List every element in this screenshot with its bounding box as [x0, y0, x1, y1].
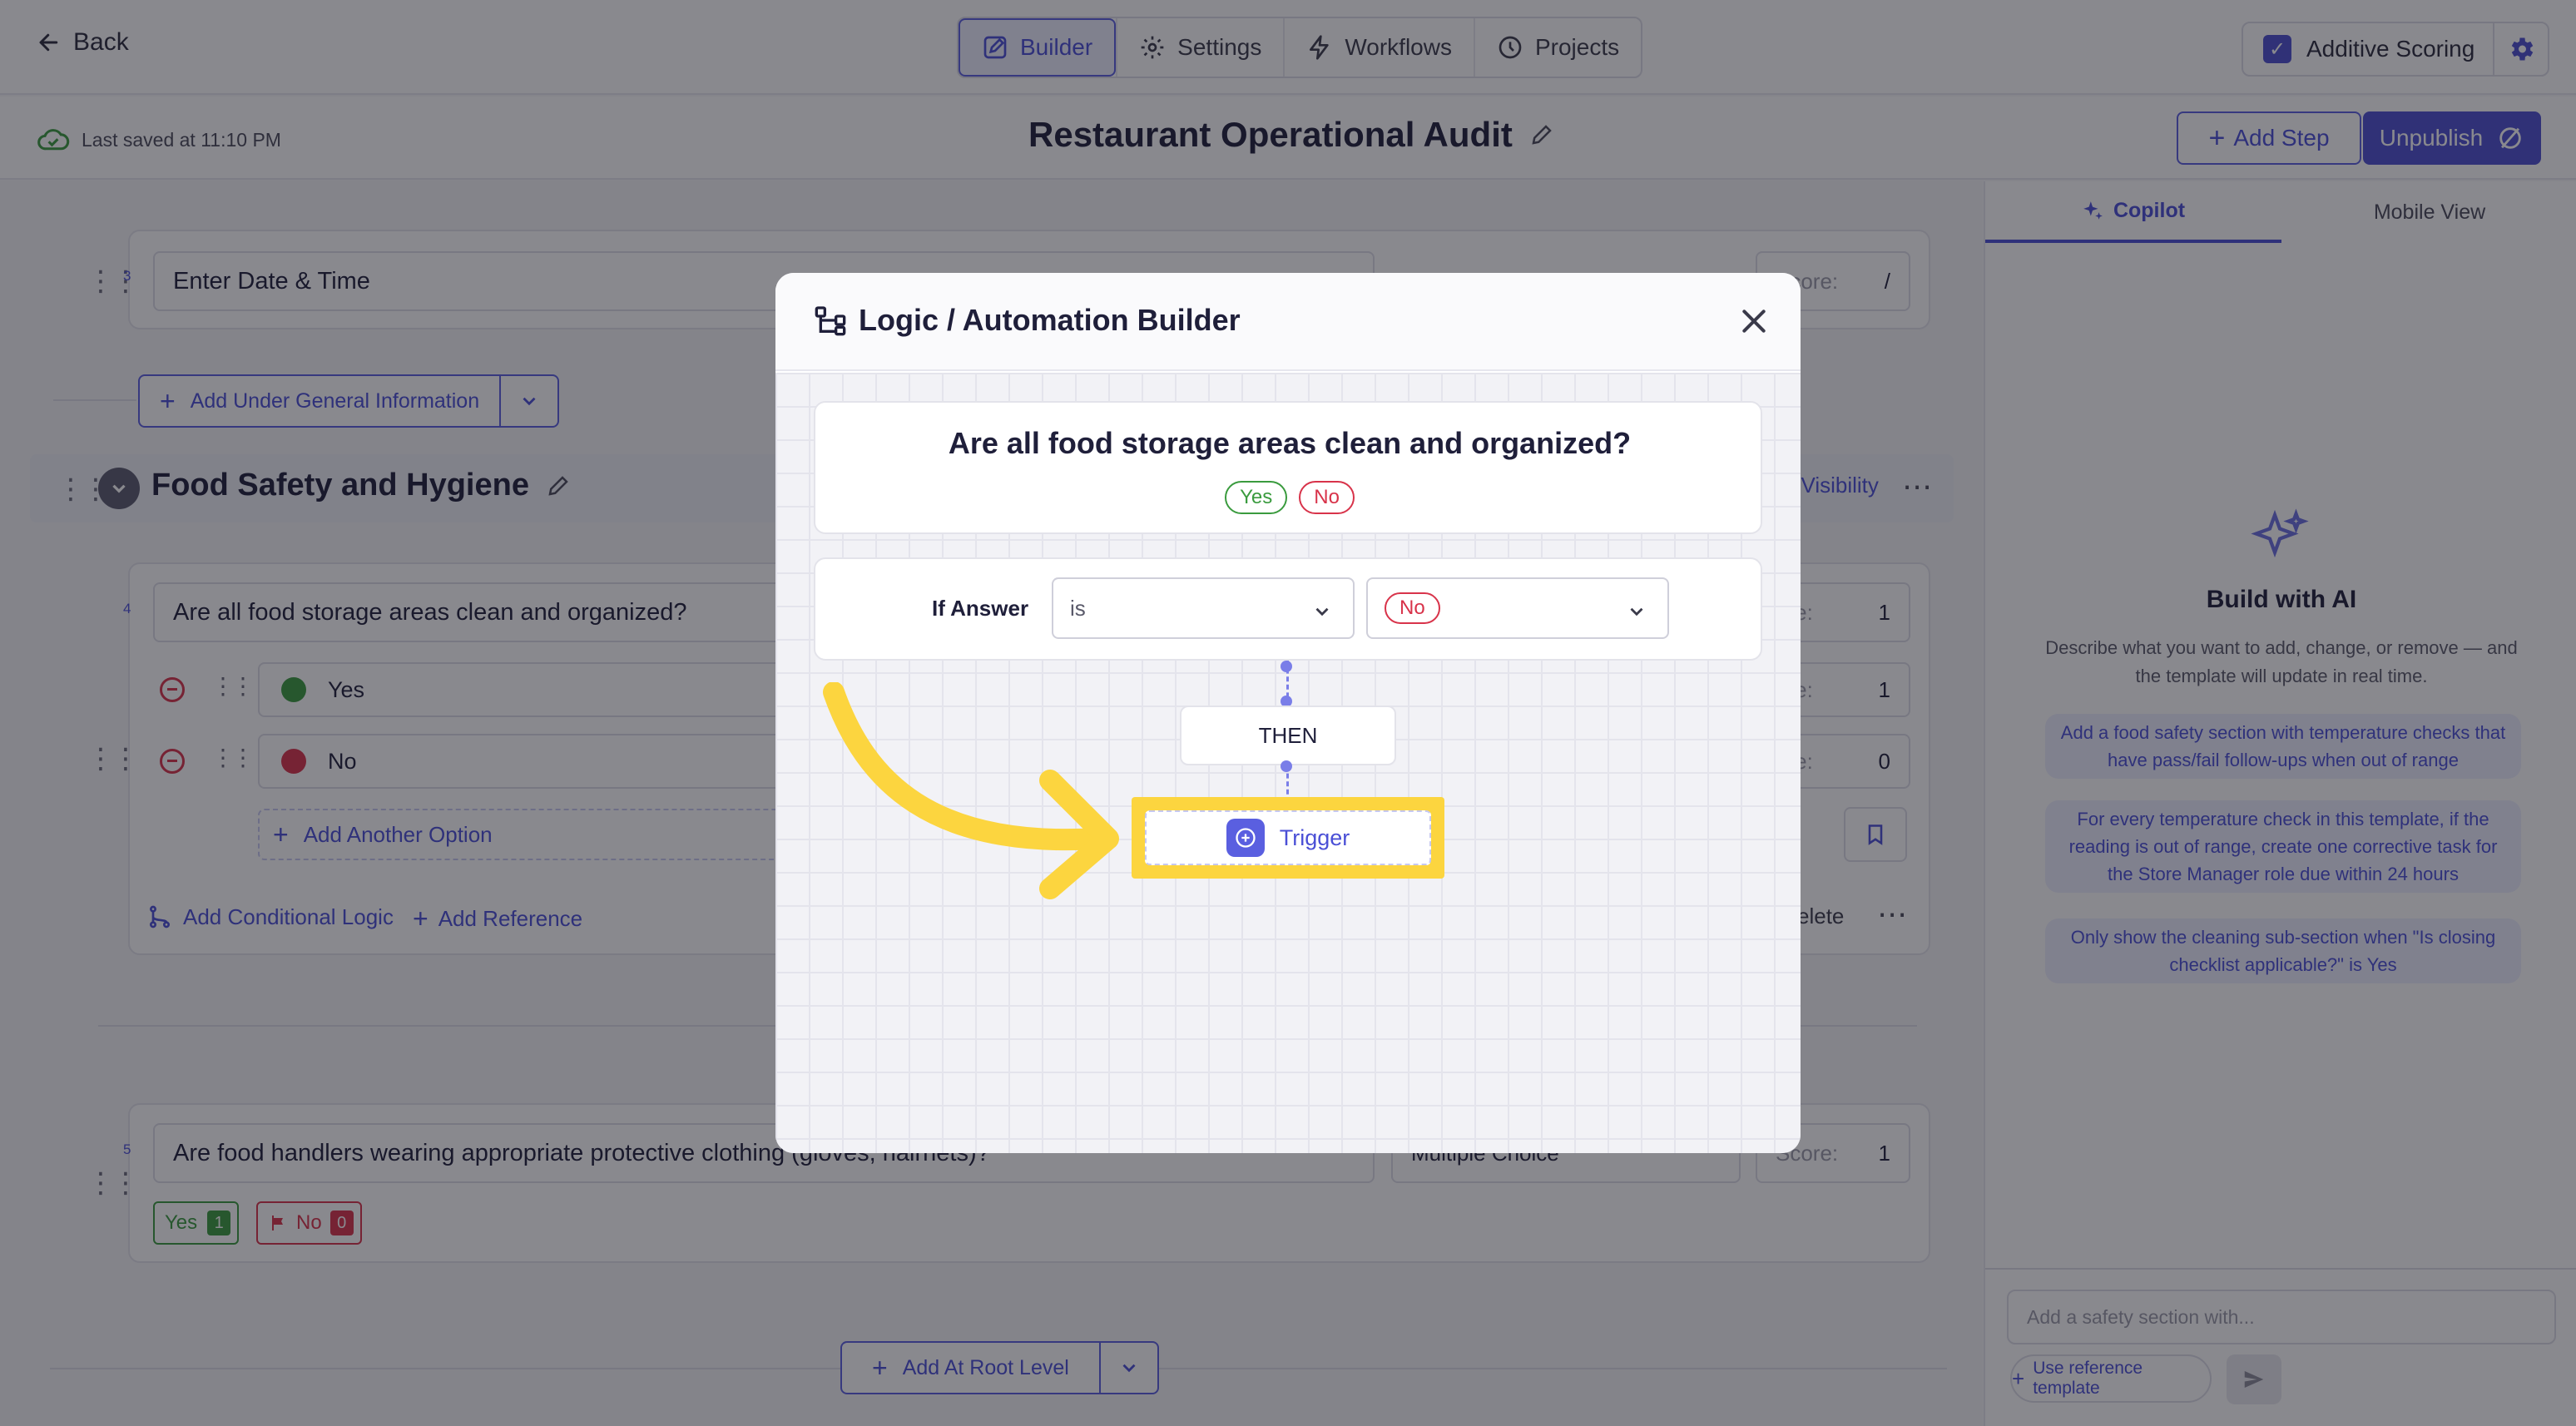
plus-circle-icon: [1226, 819, 1265, 857]
modal-header: Logic / Automation Builder: [775, 273, 1801, 371]
condition-row: If Answer is No: [814, 557, 1762, 661]
question-preview-text: Are all food storage areas clean and org…: [948, 426, 1632, 460]
chevron-down-icon: [1315, 607, 1329, 616]
then-node: THEN: [1180, 706, 1396, 765]
question-preview-options: Yes No: [815, 481, 1764, 514]
trigger-label: Trigger: [1279, 824, 1350, 850]
answer-chip-no: No: [1385, 592, 1440, 624]
option-chip-yes: Yes: [1225, 481, 1288, 514]
chevron-down-icon: [1630, 607, 1643, 616]
pointer-arrow-icon: [823, 682, 1119, 899]
operator-select[interactable]: is: [1052, 577, 1355, 639]
modal-title-text: Logic / Automation Builder: [859, 303, 1241, 337]
connector-dot: [1281, 760, 1292, 772]
add-trigger-button[interactable]: Trigger: [1145, 810, 1431, 865]
question-preview: Are all food storage areas clean and org…: [814, 401, 1762, 534]
if-answer-label: If Answer: [932, 596, 1029, 621]
modal-title: Logic / Automation Builder: [814, 303, 1241, 338]
operator-value: is: [1070, 595, 1086, 621]
answer-select[interactable]: No: [1366, 577, 1669, 639]
connector-dot: [1281, 661, 1292, 672]
option-chip-no: No: [1299, 481, 1355, 514]
close-icon[interactable]: [1737, 305, 1771, 338]
workflow-icon: [815, 306, 846, 336]
